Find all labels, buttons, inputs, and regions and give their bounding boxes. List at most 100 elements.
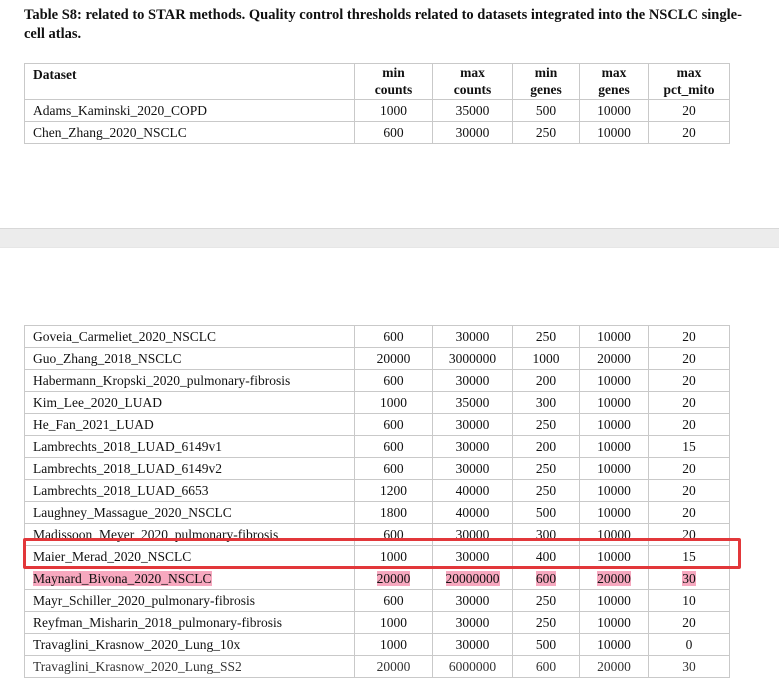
- qc-table-continued: Goveia_Carmeliet_2020_NSCLC 600 30000 250 10…: [24, 325, 730, 678]
- cell-max-genes: 10000: [579, 435, 649, 458]
- cell-max-counts: 40000: [432, 501, 513, 524]
- cell-min-counts: 600: [354, 523, 433, 546]
- cell-min-counts: 1200: [354, 479, 433, 502]
- cell-max-genes: 20000: [579, 347, 649, 370]
- col-header-max-counts: max counts: [432, 63, 513, 100]
- cell-max-counts: 3000000: [432, 347, 513, 370]
- cell-dataset: He_Fan_2021_LUAD: [24, 413, 355, 436]
- cell-dataset: Lambrechts_2018_LUAD_6653: [24, 479, 355, 502]
- cell-min-genes: 500: [512, 501, 580, 524]
- cell-dataset: Lambrechts_2018_LUAD_6149v1: [24, 435, 355, 458]
- table-row: Goveia_Carmeliet_2020_NSCLC 600 30000 250 10…: [24, 325, 730, 348]
- cell-max-pct-mito: 20: [648, 479, 730, 502]
- col-header-min-counts: min counts: [354, 63, 433, 100]
- cell-max-genes: 10000: [579, 99, 649, 122]
- cell-dataset: Adams_Kaminski_2020_COPD: [24, 99, 355, 122]
- cell-dataset: Chen_Zhang_2020_NSCLC: [24, 121, 355, 144]
- cell-min-counts: 1000: [354, 633, 433, 656]
- cell-dataset: Lambrechts_2018_LUAD_6149v2: [24, 457, 355, 480]
- cell-max-genes: 10000: [579, 391, 649, 414]
- cell-max-genes: 10000: [579, 523, 649, 546]
- cell-max-pct-mito: 20: [648, 391, 730, 414]
- cell-min-genes: 300: [512, 523, 580, 546]
- header-row: Dataset min counts max counts min genes max…: [24, 63, 730, 100]
- cell-min-counts: 1000: [354, 99, 433, 122]
- cell-max-counts: 30000: [432, 611, 513, 634]
- cell-min-genes: 600: [512, 567, 580, 590]
- cell-dataset: Travaglini_Krasnow_2020_Lung_SS2: [24, 655, 355, 678]
- cell-dataset: Guo_Zhang_2018_NSCLC: [24, 347, 355, 370]
- table-row: Travaglini_Krasnow_2020_Lung_SS2 20000 600…: [24, 655, 730, 678]
- cell-max-genes: 10000: [579, 413, 649, 436]
- cell-max-counts: 35000: [432, 391, 513, 414]
- cell-dataset: Maier_Merad_2020_NSCLC: [24, 545, 355, 568]
- cell-min-genes: 250: [512, 479, 580, 502]
- cell-dataset: Madissoon_Meyer_2020_pulmonary-fibrosis: [24, 523, 355, 546]
- cell-max-counts: 30000: [432, 545, 513, 568]
- cell-max-counts: 30000: [432, 369, 513, 392]
- cell-max-pct-mito: 20: [648, 611, 730, 634]
- cell-max-pct-mito: 10: [648, 589, 730, 612]
- cell-min-counts: 600: [354, 413, 433, 436]
- cell-min-counts: 600: [354, 589, 433, 612]
- col-header-dataset: Dataset: [24, 63, 355, 100]
- cell-min-counts: 600: [354, 325, 433, 348]
- table-row: Madissoon_Meyer_2020_pulmonary-fibrosis 6…: [24, 523, 730, 546]
- cell-min-counts: 1000: [354, 611, 433, 634]
- cell-min-genes: 500: [512, 633, 580, 656]
- cell-max-counts: 30000: [432, 457, 513, 480]
- cell-max-counts: 30000: [432, 589, 513, 612]
- table-caption: Table S8: related to STAR methods. Quali…: [24, 7, 742, 42]
- cell-max-genes: 10000: [579, 369, 649, 392]
- cell-max-counts: 30000: [432, 325, 513, 348]
- cell-min-counts: 600: [354, 369, 433, 392]
- cell-min-counts: 1000: [354, 391, 433, 414]
- cell-min-counts: 20000: [354, 347, 433, 370]
- table-row: Lambrechts_2018_LUAD_6149v2 600 30000 250 10…: [24, 457, 730, 480]
- cell-max-counts: 35000: [432, 99, 513, 122]
- table-row: Reyfman_Misharin_2018_pulmonary-fibrosis…: [24, 611, 730, 634]
- cell-max-counts: 20000000: [432, 567, 513, 590]
- cell-min-genes: 250: [512, 611, 580, 634]
- table-row: Mayr_Schiller_2020_pulmonary-fibrosis 600…: [24, 589, 730, 612]
- cell-max-pct-mito: 20: [648, 457, 730, 480]
- cell-max-counts: 30000: [432, 121, 513, 144]
- table-row: He_Fan_2021_LUAD 600 30000 250 10000 20: [24, 413, 730, 436]
- cell-dataset: Kim_Lee_2020_LUAD: [24, 391, 355, 414]
- page-gap: [0, 228, 779, 248]
- cell-max-genes: 10000: [579, 545, 649, 568]
- cell-dataset: Maynard_Bivona_2020_NSCLC: [24, 567, 355, 590]
- table-row: Habermann_Kropski_2020_pulmonary-fibrosi…: [24, 369, 730, 392]
- cell-max-pct-mito: 15: [648, 545, 730, 568]
- table-row: Laughney_Massague_2020_NSCLC 1800 40000 500…: [24, 501, 730, 524]
- table-row: Guo_Zhang_2018_NSCLC 20000 3000000 1000 2000…: [24, 347, 730, 370]
- cell-max-genes: 20000: [579, 567, 649, 590]
- cell-max-pct-mito: 20: [648, 369, 730, 392]
- cell-min-genes: 250: [512, 121, 580, 144]
- cell-max-genes: 10000: [579, 121, 649, 144]
- col-header-max-genes: max genes: [579, 63, 649, 100]
- cell-min-genes: 250: [512, 413, 580, 436]
- table-row: Kim_Lee_2020_LUAD 1000 35000 300 10000 20: [24, 391, 730, 414]
- table-row: Adams_Kaminski_2020_COPD 1000 35000 500 1000…: [24, 99, 730, 122]
- cell-max-pct-mito: 15: [648, 435, 730, 458]
- cell-min-counts: 20000: [354, 567, 433, 590]
- cell-max-pct-mito: 20: [648, 99, 730, 122]
- cell-min-genes: 250: [512, 589, 580, 612]
- cell-max-genes: 10000: [579, 325, 649, 348]
- cell-dataset: Reyfman_Misharin_2018_pulmonary-fibrosis: [24, 611, 355, 634]
- cell-max-pct-mito: 30: [648, 567, 730, 590]
- qc-table-top: Dataset min counts max counts min genes max…: [24, 63, 730, 144]
- cell-max-counts: 6000000: [432, 655, 513, 678]
- cell-dataset: Mayr_Schiller_2020_pulmonary-fibrosis: [24, 589, 355, 612]
- table-row: Lambrechts_2018_LUAD_6653 1200 40000 250 100…: [24, 479, 730, 502]
- cell-min-genes: 200: [512, 435, 580, 458]
- col-header-max-pct-mito: max pct_mito: [648, 63, 730, 100]
- cell-max-pct-mito: 20: [648, 347, 730, 370]
- cell-dataset: Habermann_Kropski_2020_pulmonary-fibrosi…: [24, 369, 355, 392]
- cell-min-genes: 400: [512, 545, 580, 568]
- cell-max-genes: 10000: [579, 633, 649, 656]
- cell-max-counts: 30000: [432, 633, 513, 656]
- cell-min-genes: 300: [512, 391, 580, 414]
- cell-min-genes: 200: [512, 369, 580, 392]
